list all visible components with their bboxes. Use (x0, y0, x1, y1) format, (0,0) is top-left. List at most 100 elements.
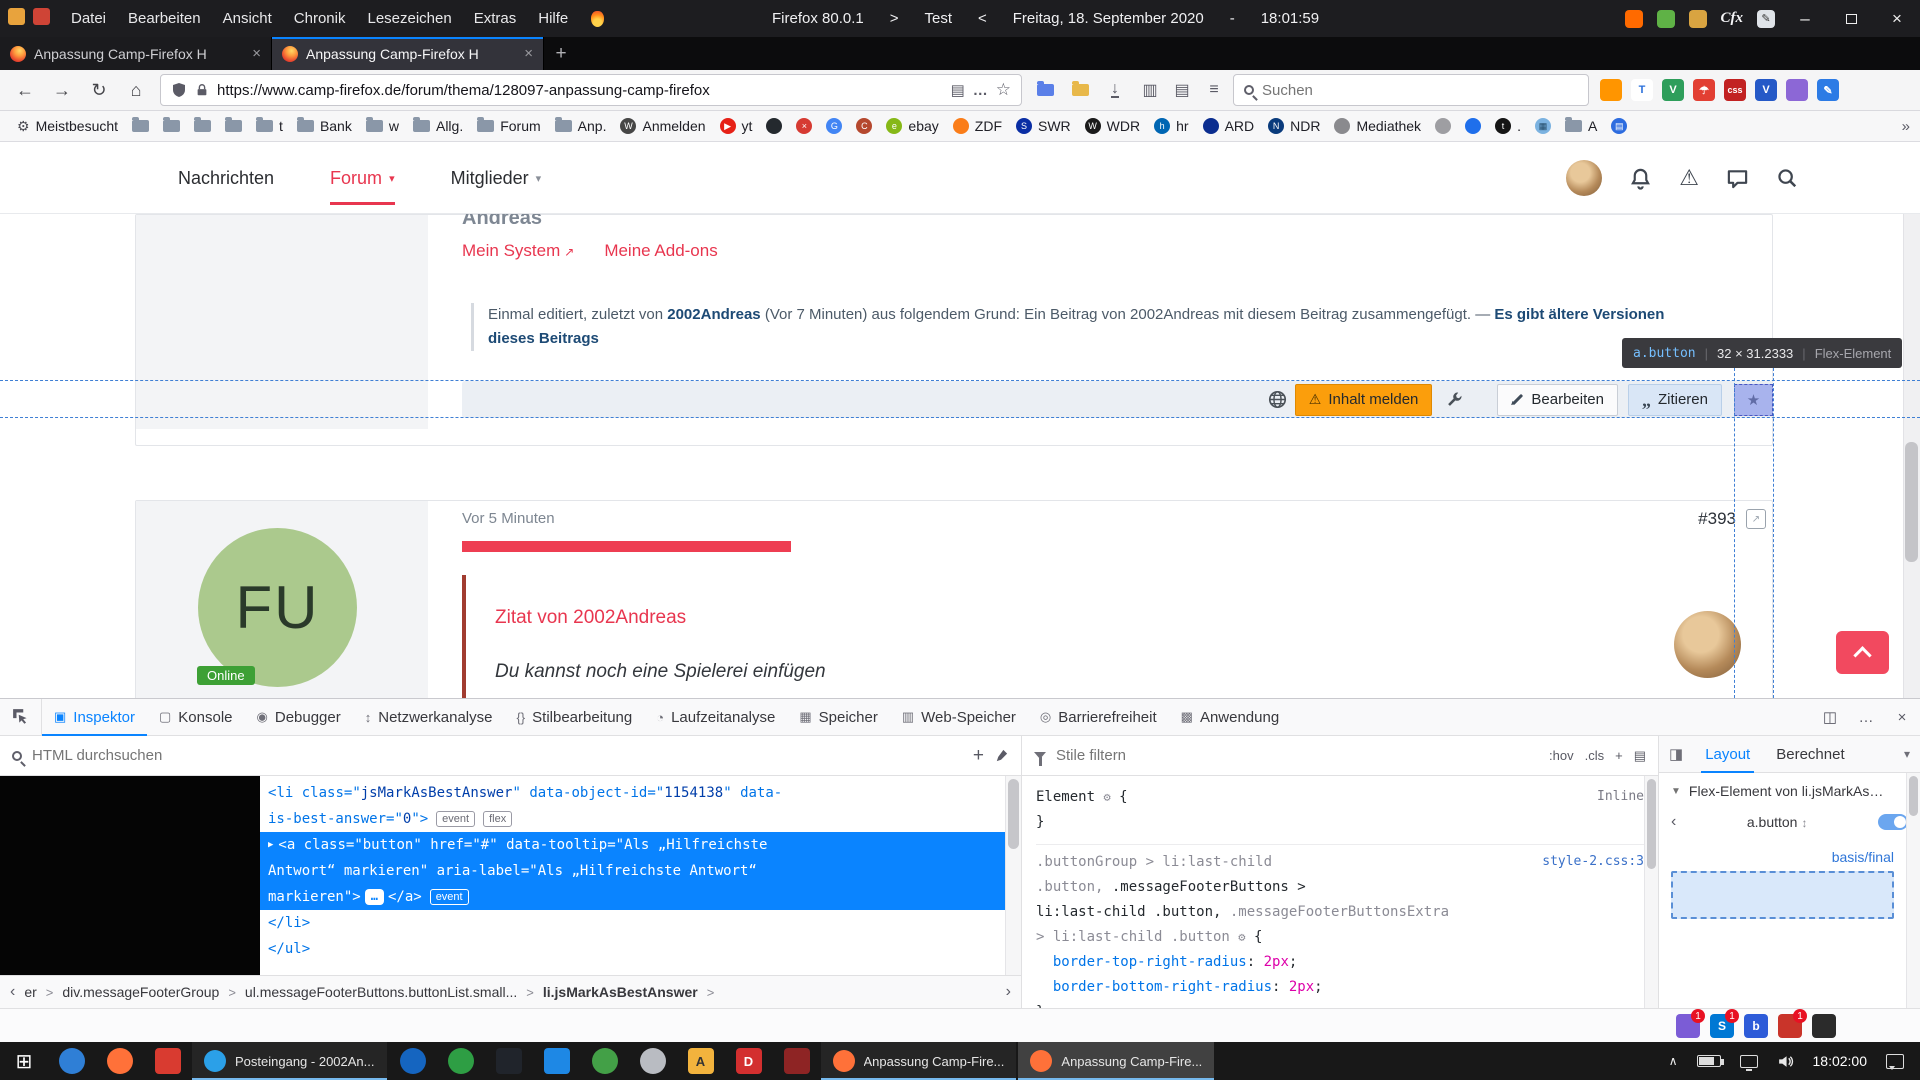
page-scrollbar[interactable] (1903, 142, 1920, 698)
taskbar-icon[interactable] (144, 1042, 192, 1080)
user-avatar[interactable] (1566, 160, 1602, 196)
bookmark-item[interactable]: t (249, 115, 290, 137)
markup-line[interactable]: </ul> (260, 936, 1021, 962)
notifications-bell-icon[interactable] (1629, 167, 1652, 190)
bookmark-item[interactable]: WWDR (1078, 115, 1147, 137)
shield-icon[interactable] (171, 82, 187, 98)
post-timestamp[interactable]: Vor 5 Minuten (462, 510, 555, 527)
speaker-icon[interactable] (1777, 1053, 1794, 1070)
devtools-tab-inspektor[interactable]: ▣Inspektor (42, 699, 147, 736)
tab-close-icon[interactable]: × (252, 45, 261, 62)
rules-scrollbar[interactable] (1644, 776, 1658, 1008)
edit-note-user-link[interactable]: 2002Andreas (667, 306, 760, 323)
eyedropper-icon[interactable] (994, 748, 1009, 763)
maximize-button[interactable] (1828, 0, 1874, 37)
taskbar-icon[interactable] (581, 1042, 629, 1080)
browser-tab[interactable]: Anpassung Camp-Firefox H× (0, 37, 272, 70)
taskbar-icon[interactable] (437, 1042, 485, 1080)
devtools-tab-debugger[interactable]: ◉Debugger (245, 699, 353, 736)
toolbar-icon[interactable]: ▥ (1134, 74, 1166, 106)
titlebar-logo-icon[interactable]: Cfx (1721, 10, 1744, 27)
markup-scrollbar[interactable] (1005, 776, 1021, 975)
close-button[interactable]: × (1874, 0, 1920, 37)
taskbar-icon[interactable] (389, 1042, 437, 1080)
menubar-item-bearbeiten[interactable]: Bearbeiten (117, 0, 212, 37)
bookmark-item[interactable]: w (359, 115, 406, 137)
moderation-warning-icon[interactable] (1679, 165, 1699, 191)
url-bar[interactable]: https://www.camp-firefox.de/forum/thema/… (160, 74, 1022, 106)
css-rule-line[interactable]: .button, .messageFooterButtons > (1036, 874, 1644, 899)
tab-close-icon[interactable]: × (524, 45, 533, 62)
page-actions-icon[interactable] (973, 82, 988, 99)
bookmark-item[interactable]: ▦ (1528, 115, 1558, 137)
globe-icon[interactable] (1268, 390, 1287, 409)
downloads-button[interactable]: ↓ (1099, 74, 1131, 106)
scroll-to-top-button[interactable] (1836, 631, 1889, 674)
avatar-initials[interactable]: FU (198, 528, 357, 687)
breadcrumb-back-icon[interactable]: ‹ (10, 983, 15, 1001)
extension-icon[interactable]: V (1755, 79, 1777, 101)
taskbar-icon[interactable] (773, 1042, 821, 1080)
search-input[interactable] (1262, 82, 1578, 99)
bookmark-item[interactable]: NNDR (1261, 115, 1327, 137)
badge-event[interactable]: event (436, 811, 475, 827)
titlebar-extension-icon[interactable] (1657, 10, 1675, 28)
css-rule-line[interactable]: } (1036, 809, 1644, 834)
flex-highlight-toggle[interactable] (1878, 814, 1908, 830)
extension-icon[interactable] (1600, 79, 1622, 101)
taskbar-icon[interactable] (533, 1042, 581, 1080)
badge-event[interactable]: event (430, 889, 469, 905)
split-console-icon[interactable]: ◫ (1812, 699, 1848, 736)
notification-icon[interactable]: S1 (1710, 1014, 1734, 1038)
taskbar-icon[interactable] (48, 1042, 96, 1080)
devtools-tab-konsole[interactable]: ▢Konsole (147, 699, 245, 736)
extension-icon[interactable]: ✎ (1817, 79, 1839, 101)
extension-icon[interactable] (1786, 79, 1808, 101)
action-center-icon[interactable] (1886, 1054, 1904, 1069)
breadcrumb-forward-icon[interactable]: › (1006, 983, 1011, 1001)
flex-item-name[interactable]: a.button↕ (1676, 814, 1878, 830)
forward-button[interactable] (45, 74, 79, 106)
forum-search-icon[interactable] (1776, 167, 1798, 189)
menubar-item-chronik[interactable]: Chronik (283, 0, 357, 37)
taskbar-icon[interactable]: D (725, 1042, 773, 1080)
taskbar-icon[interactable] (629, 1042, 677, 1080)
bookmark-item[interactable]: ZDF (946, 115, 1009, 137)
style-filter-input[interactable] (1056, 747, 1539, 764)
nav-item-forum[interactable]: Forum▾ (330, 142, 395, 214)
css-rule-line[interactable]: .buttonGroup > li:last-childstyle-2.css:… (1036, 844, 1644, 874)
bookmark-item[interactable]: Forum (470, 115, 547, 137)
bookmark-item[interactable] (759, 115, 789, 137)
lock-icon[interactable] (195, 83, 209, 97)
bookmark-item[interactable]: t. (1488, 115, 1528, 137)
rules-toolbar-button[interactable]: ▤ (1634, 748, 1646, 764)
wrench-icon[interactable] (1446, 391, 1463, 408)
search-bar[interactable] (1233, 74, 1589, 106)
notification-icon[interactable] (1812, 1014, 1836, 1038)
titlebar-extension-icon[interactable] (1689, 10, 1707, 28)
flex-element-header[interactable]: ▼ Flex-Element von li.jsMarkAs… (1671, 783, 1908, 799)
devtools-tab-anwendung[interactable]: ▩Anwendung (1169, 699, 1292, 736)
breadcrumb-item[interactable]: li.jsMarkAsBestAnswer (543, 984, 698, 1000)
quote-button[interactable]: „Zitieren (1628, 384, 1722, 416)
taskbar-button[interactable]: Anpassung Camp-Fire... (821, 1042, 1017, 1080)
bookmark-star-icon[interactable] (996, 80, 1011, 100)
battery-icon[interactable] (1697, 1055, 1721, 1067)
markup-line[interactable]: Antwort“ markieren" aria-label="Als „Hil… (260, 858, 1021, 884)
bookmark-item[interactable]: SSWR (1009, 115, 1078, 137)
devtools-menu-icon[interactable]: … (1848, 699, 1884, 736)
layout-tab-layout[interactable]: Layout (1701, 736, 1754, 773)
titlebar-extension-icon[interactable]: ✎ (1757, 10, 1775, 28)
notification-icon[interactable]: 1 (1778, 1014, 1802, 1038)
minimize-button[interactable]: – (1782, 0, 1828, 37)
new-tab-button[interactable]: + (544, 37, 578, 70)
css-rule-line[interactable]: border-top-right-radius: 2px; (1036, 949, 1644, 974)
extension-icon[interactable]: T (1631, 79, 1653, 101)
chevron-down-icon[interactable]: ▾ (1904, 747, 1910, 761)
rules-toolbar-button[interactable]: .cls (1585, 748, 1605, 763)
bookmark-item[interactable] (156, 117, 187, 135)
bookmark-item[interactable]: WAnmelden (613, 115, 712, 137)
quote-title-link[interactable]: Zitat von 2002Andreas (495, 607, 686, 629)
layout-tab-berechnet[interactable]: Berechnet (1772, 736, 1848, 773)
disclosure-triangle-icon[interactable]: ▼ (1671, 786, 1681, 797)
